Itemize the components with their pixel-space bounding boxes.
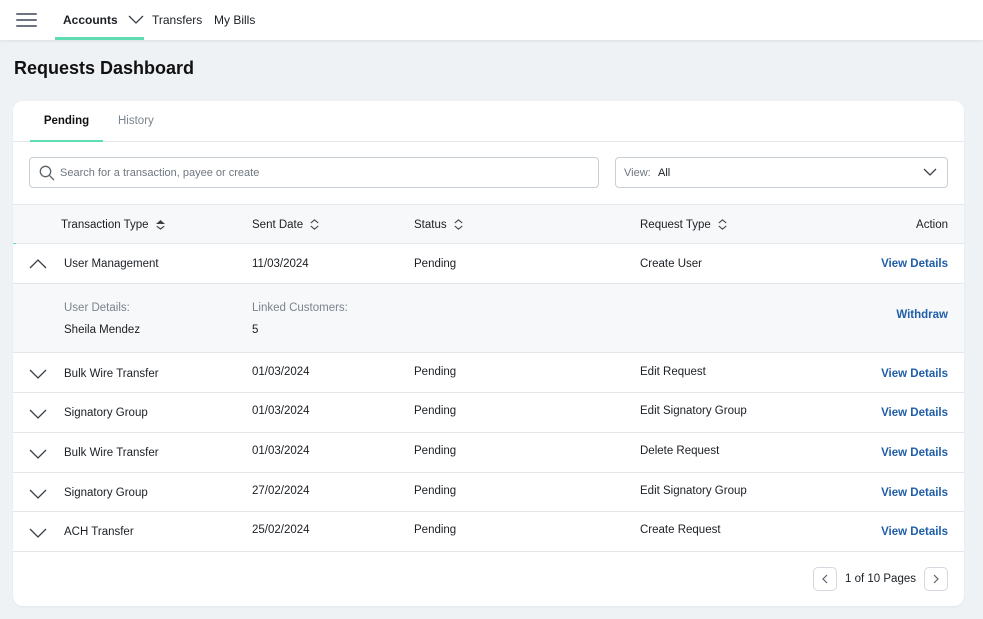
sort-icon <box>310 219 319 230</box>
sort-ascending-icon <box>155 219 165 230</box>
user-details-value: Sheila Mendez <box>64 324 141 336</box>
header-action: Action <box>916 218 948 231</box>
cell-date: 27/02/2024 <box>252 485 310 497</box>
search-icon <box>39 165 55 181</box>
cell-request-type: Delete Request <box>640 445 720 457</box>
page-title: Requests Dashboard <box>14 58 195 78</box>
linked-customers-value: 5 <box>252 324 259 336</box>
view-details-link[interactable]: View Details <box>881 487 948 499</box>
header-transaction-type[interactable]: Transaction Type <box>61 205 165 244</box>
cell-status: Pending <box>414 258 457 270</box>
table-row: Bulk Wire Transfer 01/03/2024 Pending Ed… <box>13 353 964 393</box>
search-box <box>29 157 599 188</box>
cell-date: 01/03/2024 <box>252 366 310 378</box>
table-row: ACH Transfer 25/02/2024 Pending Create R… <box>13 512 964 552</box>
cell-date: 11/03/2024 <box>252 258 309 270</box>
table-row: User Management 11/03/2024 Pending Creat… <box>13 244 964 284</box>
expanded-details: User Details: Sheila Mendez Linked Custo… <box>13 283 964 353</box>
chevron-down-icon <box>128 15 144 24</box>
chevron-down-icon[interactable] <box>29 448 47 460</box>
cell-type: Bulk Wire Transfer <box>64 368 159 380</box>
view-details-link[interactable]: View Details <box>881 447 948 459</box>
table-header: Transaction Type Sent Date Status Reques… <box>13 204 964 244</box>
cell-type: Bulk Wire Transfer <box>64 447 159 459</box>
cell-type: Signatory Group <box>64 487 148 499</box>
page-indicator: 1 of 10 Pages <box>845 573 916 585</box>
view-label: View: <box>624 167 651 179</box>
chevron-down-icon[interactable] <box>29 527 47 539</box>
view-details-link[interactable]: View Details <box>881 526 948 538</box>
sort-icon <box>718 219 727 230</box>
view-details-link[interactable]: View Details <box>881 407 948 419</box>
pagination: 1 of 10 Pages <box>813 567 948 591</box>
nav-my-bills[interactable]: My Bills <box>214 0 255 40</box>
user-details-label: User Details: <box>64 302 130 314</box>
hamburger-menu-icon[interactable] <box>16 13 37 27</box>
header-label: Request Type <box>640 218 711 231</box>
nav-accounts[interactable]: Accounts <box>55 0 144 40</box>
sort-icon <box>454 219 463 230</box>
withdraw-link[interactable]: Withdraw <box>896 309 948 321</box>
header-label: Status <box>414 218 447 231</box>
header-sent-date[interactable]: Sent Date <box>252 205 319 244</box>
tab-pending[interactable]: Pending <box>30 101 103 142</box>
view-details-link[interactable]: View Details <box>881 368 948 380</box>
header-label: Sent Date <box>252 218 304 231</box>
chevron-left-icon <box>822 574 828 584</box>
table-row: Signatory Group 27/02/2024 Pending Edit … <box>13 473 964 512</box>
chevron-down-icon <box>923 168 937 176</box>
chevron-down-icon[interactable] <box>29 368 47 380</box>
cell-request-type: Edit Signatory Group <box>640 485 747 497</box>
chevron-right-icon <box>933 574 939 584</box>
cell-date: 01/03/2024 <box>252 405 310 417</box>
linked-customers-label: Linked Customers: <box>252 302 348 314</box>
view-details-link[interactable]: View Details <box>881 258 948 270</box>
header-label: Transaction Type <box>61 218 149 231</box>
tab-bar: Pending History <box>13 101 964 142</box>
previous-page-button[interactable] <box>813 567 838 591</box>
top-nav: Accounts Transfers My Bills <box>0 0 983 40</box>
cell-request-type: Edit Request <box>640 366 706 378</box>
cell-date: 01/03/2024 <box>252 445 310 457</box>
tab-history[interactable]: History <box>118 101 154 141</box>
next-page-button[interactable] <box>924 567 948 591</box>
requests-card: Pending History View: All Transaction Ty… <box>13 101 964 606</box>
search-input[interactable] <box>60 164 590 182</box>
cell-request-type: Edit Signatory Group <box>640 405 747 417</box>
table-row: Bulk Wire Transfer 01/03/2024 Pending De… <box>13 433 964 473</box>
cell-status: Pending <box>414 405 457 417</box>
cell-type: ACH Transfer <box>64 526 134 538</box>
cell-status: Pending <box>414 524 457 536</box>
nav-transfers[interactable]: Transfers <box>152 0 202 40</box>
chevron-down-icon[interactable] <box>29 488 47 500</box>
cell-date: 25/02/2024 <box>252 524 310 536</box>
cell-status: Pending <box>414 366 457 378</box>
header-status[interactable]: Status <box>414 205 463 244</box>
header-request-type[interactable]: Request Type <box>640 205 727 244</box>
cell-request-type: Create Request <box>640 524 721 536</box>
cell-type: User Management <box>64 258 159 270</box>
cell-status: Pending <box>414 445 457 457</box>
cell-status: Pending <box>414 485 457 497</box>
cell-request-type: Create User <box>640 258 702 270</box>
table-row: Signatory Group 01/03/2024 Pending Edit … <box>13 393 964 433</box>
nav-accounts-label: Accounts <box>63 13 118 27</box>
chevron-up-icon[interactable] <box>29 258 47 270</box>
cell-type: Signatory Group <box>64 407 148 419</box>
view-value: All <box>658 167 671 179</box>
chevron-down-icon[interactable] <box>29 408 47 420</box>
view-select[interactable]: View: All <box>615 157 948 188</box>
